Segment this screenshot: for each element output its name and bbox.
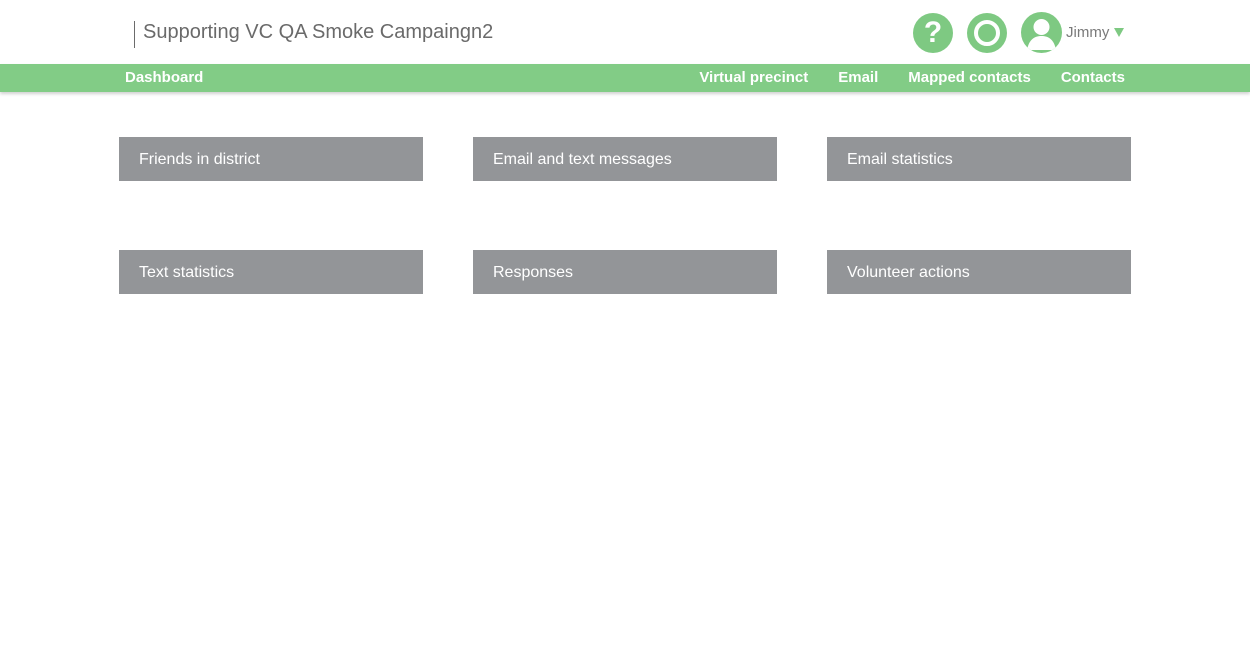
main-nav: Dashboard Virtual precinct Email Mapped … xyxy=(0,64,1250,92)
title-divider xyxy=(134,21,135,48)
question-mark-icon: ? xyxy=(923,16,943,49)
tile-label: Friends in district xyxy=(139,151,260,168)
tile-label: Responses xyxy=(493,264,574,281)
tile-email-and-text-messages[interactable]: Email and text messages xyxy=(473,137,777,181)
nav-mapped-contacts[interactable]: Mapped contacts xyxy=(908,69,1031,87)
tile-email-statistics[interactable]: Email statistics xyxy=(827,137,1131,181)
campaign-title: Supporting VC QA Smoke Campaingn2 xyxy=(143,21,494,43)
tile-label: Email and text messages xyxy=(493,151,672,168)
tile-volunteer-actions[interactable]: Volunteer actions xyxy=(827,250,1131,294)
user-avatar-icon xyxy=(1021,12,1062,53)
tile-label: Text statistics xyxy=(139,264,235,281)
tile-label: Email statistics xyxy=(847,151,953,168)
tile-friends-in-district[interactable]: Friends in district xyxy=(119,137,423,181)
user-name: Jimmy xyxy=(1066,24,1110,41)
user-menu[interactable]: Jimmy xyxy=(1021,12,1131,53)
caret-down-icon xyxy=(1114,28,1124,37)
nav-email[interactable]: Email xyxy=(838,69,878,87)
tile-responses[interactable]: Responses xyxy=(473,250,777,294)
header: Supporting VC QA Smoke Campaingn2 ? Jimm… xyxy=(0,0,1250,64)
status-button[interactable] xyxy=(967,13,1007,53)
nav-right-group: Virtual precinct Email Mapped contacts C… xyxy=(699,69,1125,87)
app-root: Supporting VC QA Smoke Campaingn2 ? Jimm… xyxy=(0,0,1250,666)
nav-virtual-precinct[interactable]: Virtual precinct xyxy=(699,69,808,87)
tile-label: Volunteer actions xyxy=(847,264,970,281)
tile-text-statistics[interactable]: Text statistics xyxy=(119,250,423,294)
help-button[interactable]: ? xyxy=(913,13,953,53)
nav-dashboard[interactable]: Dashboard xyxy=(125,69,203,87)
nav-contacts[interactable]: Contacts xyxy=(1061,69,1125,87)
ring-icon xyxy=(974,20,1000,46)
